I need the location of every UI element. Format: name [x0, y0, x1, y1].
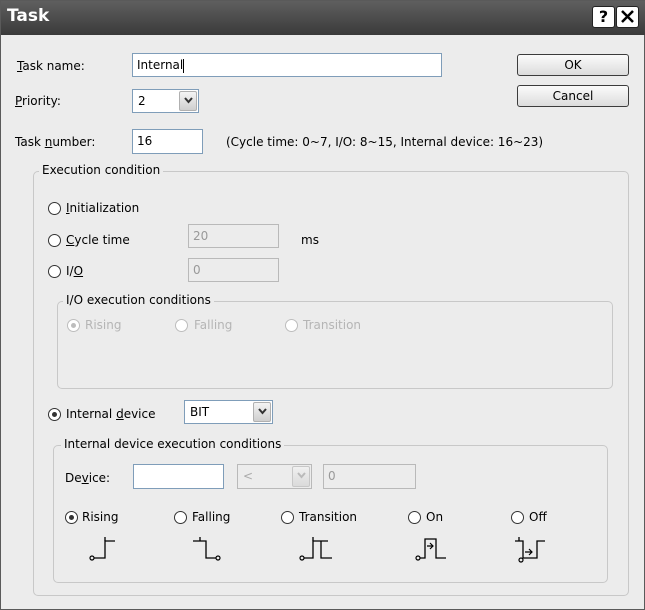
operator-select[interactable]: <: [237, 464, 312, 489]
io-transition-radio[interactable]: [285, 319, 298, 332]
task-number-label: Task number:: [15, 135, 96, 149]
ok-button[interactable]: OK: [517, 54, 629, 76]
io-transition-label: Transition: [303, 318, 362, 332]
internal-device-type-value: BIT: [190, 405, 210, 419]
cycle-time-unit: ms: [301, 233, 319, 247]
internal-conditions-title: Internal device execution conditions: [61, 437, 285, 451]
chevron-down-icon: [184, 97, 193, 104]
title-bar[interactable]: Task ?: [1, 1, 645, 35]
cycle-time-input[interactable]: 20: [188, 224, 279, 248]
cancel-button[interactable]: Cancel: [517, 85, 629, 107]
io-falling-radio[interactable]: [175, 319, 188, 332]
chevron-down-icon: [258, 408, 267, 415]
on-label: On: [426, 510, 444, 524]
falling-edge-icon: [193, 537, 221, 561]
rising-label: Rising: [82, 510, 119, 524]
task-name-label: Task name:: [17, 59, 85, 73]
internal-device-type-dropdown-button[interactable]: [253, 402, 271, 422]
close-button[interactable]: [616, 6, 639, 28]
on-radio[interactable]: [408, 511, 421, 524]
task-number-input[interactable]: 16: [132, 129, 203, 154]
window-title: Task: [7, 6, 50, 26]
internal-device-type-select[interactable]: BIT: [184, 400, 273, 424]
help-button[interactable]: ?: [592, 6, 615, 28]
io-rising-radio[interactable]: [67, 319, 80, 332]
device-input[interactable]: [133, 464, 224, 489]
rising-edge-icon: [89, 537, 115, 561]
io-falling-label: Falling: [194, 318, 233, 332]
falling-label: Falling: [192, 510, 231, 524]
io-input[interactable]: 0: [188, 258, 279, 282]
compare-value-input[interactable]: 0: [323, 464, 416, 489]
off-label: Off: [529, 510, 547, 524]
io-conditions-title: I/O execution conditions: [63, 293, 214, 307]
rising-radio[interactable]: [65, 511, 78, 524]
off-radio[interactable]: [511, 511, 524, 524]
chevron-down-icon: [297, 472, 306, 479]
priority-value: 2: [138, 94, 146, 108]
execution-condition-title: Execution condition: [39, 163, 164, 177]
operator-dropdown-button[interactable]: [292, 466, 310, 487]
task-number-hint: (Cycle time: 0~7, I/O: 8~15, Internal de…: [226, 135, 544, 149]
io-rising-label: Rising: [85, 318, 122, 332]
operator-value: <: [243, 469, 254, 483]
priority-select[interactable]: 2: [132, 89, 199, 113]
device-label: Device:: [65, 471, 111, 485]
initialization-radio[interactable]: [48, 202, 61, 215]
transition-label: Transition: [299, 510, 358, 524]
priority-dropdown-button[interactable]: [179, 91, 197, 111]
task-name-input[interactable]: Internal: [132, 53, 442, 77]
io-radio[interactable]: [48, 265, 61, 278]
cycle-time-label: Cycle time: [66, 233, 130, 247]
falling-radio[interactable]: [174, 511, 187, 524]
cycle-time-radio[interactable]: [48, 234, 61, 247]
priority-label: Priority:: [15, 94, 61, 108]
transition-edge-icon: [299, 537, 332, 561]
initialization-label: Initialization: [66, 201, 140, 215]
transition-radio[interactable]: [281, 511, 294, 524]
internal-device-radio[interactable]: [48, 408, 61, 421]
close-icon: [621, 10, 634, 23]
internal-device-label: Internal device: [66, 407, 156, 421]
io-label: I/O: [66, 264, 84, 278]
io-conditions-group: [57, 301, 613, 389]
on-state-icon: [415, 538, 446, 561]
task-dialog: Task ? Task name: Internal OK Cancel Pri…: [0, 0, 645, 610]
off-state-icon: [515, 537, 545, 563]
